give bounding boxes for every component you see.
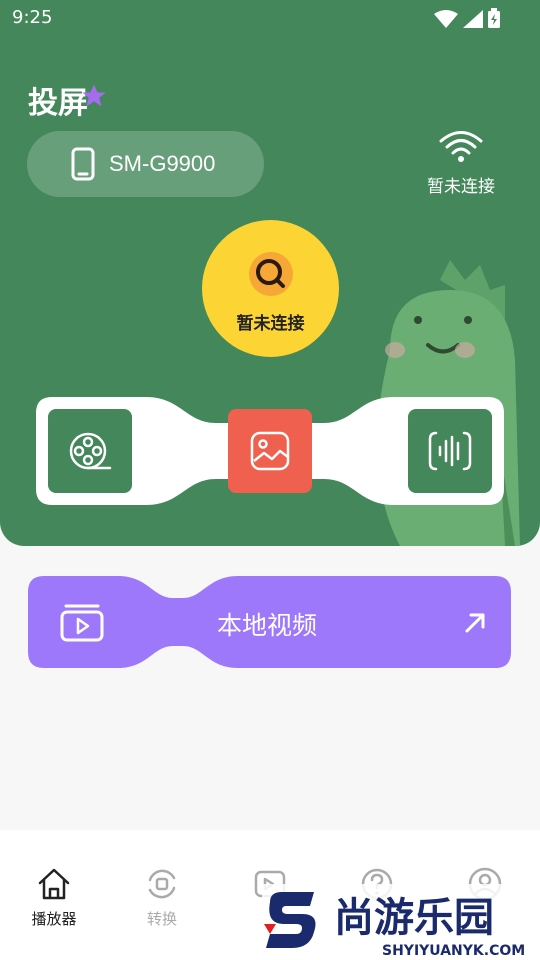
local-video-label: 本地视频	[217, 611, 318, 640]
connect-button-label: 暂未连接	[236, 314, 305, 334]
film-reel-icon	[69, 432, 112, 470]
phone-icon	[71, 147, 95, 181]
media-type-strip	[36, 397, 504, 509]
audio-tile[interactable]	[408, 409, 492, 493]
tab-player-label: 播放器	[31, 910, 77, 928]
local-video-button[interactable]: 本地视频	[28, 576, 511, 672]
wifi-signal-icon	[433, 10, 458, 28]
tab-player[interactable]: 播放器	[19, 866, 89, 929]
tab-convert-label: 转换	[146, 910, 177, 928]
picture-tile[interactable]	[228, 409, 312, 493]
device-name: SM-G9900	[109, 151, 216, 176]
battery-icon	[488, 8, 500, 28]
hero-panel: 投屏 SM-G9900 暂未连接 暂未连接	[0, 0, 540, 546]
status-bar: 9:25	[0, 0, 540, 36]
video-tile[interactable]	[48, 409, 132, 493]
convert-icon	[148, 869, 176, 899]
page-title: 投屏	[28, 86, 88, 121]
connect-button[interactable]: 暂未连接	[202, 220, 339, 357]
watermark-url: SHYIYUANYK.COM	[382, 943, 525, 959]
device-selector[interactable]: SM-G9900	[27, 131, 264, 197]
watermark-logo: 尚游乐园 SHYIYUANYK.COM	[262, 884, 540, 960]
cell-signal-icon	[462, 10, 483, 28]
search-connect-icon	[249, 252, 293, 296]
home-icon	[38, 868, 70, 900]
status-icons	[433, 8, 500, 32]
watermark-brand: 尚游乐园	[334, 895, 494, 941]
wifi-status-label: 暂未连接	[427, 177, 495, 197]
audio-wave-icon	[428, 431, 472, 471]
status-time: 9:25	[12, 7, 53, 28]
wifi-status[interactable]: 暂未连接	[420, 128, 502, 197]
video-folder-icon	[60, 604, 104, 642]
star-badge-icon	[82, 84, 106, 107]
picture-icon	[250, 431, 290, 471]
arrow-up-right-icon	[465, 613, 485, 633]
wifi-icon	[439, 131, 483, 162]
tab-convert[interactable]: 转换	[127, 866, 197, 929]
